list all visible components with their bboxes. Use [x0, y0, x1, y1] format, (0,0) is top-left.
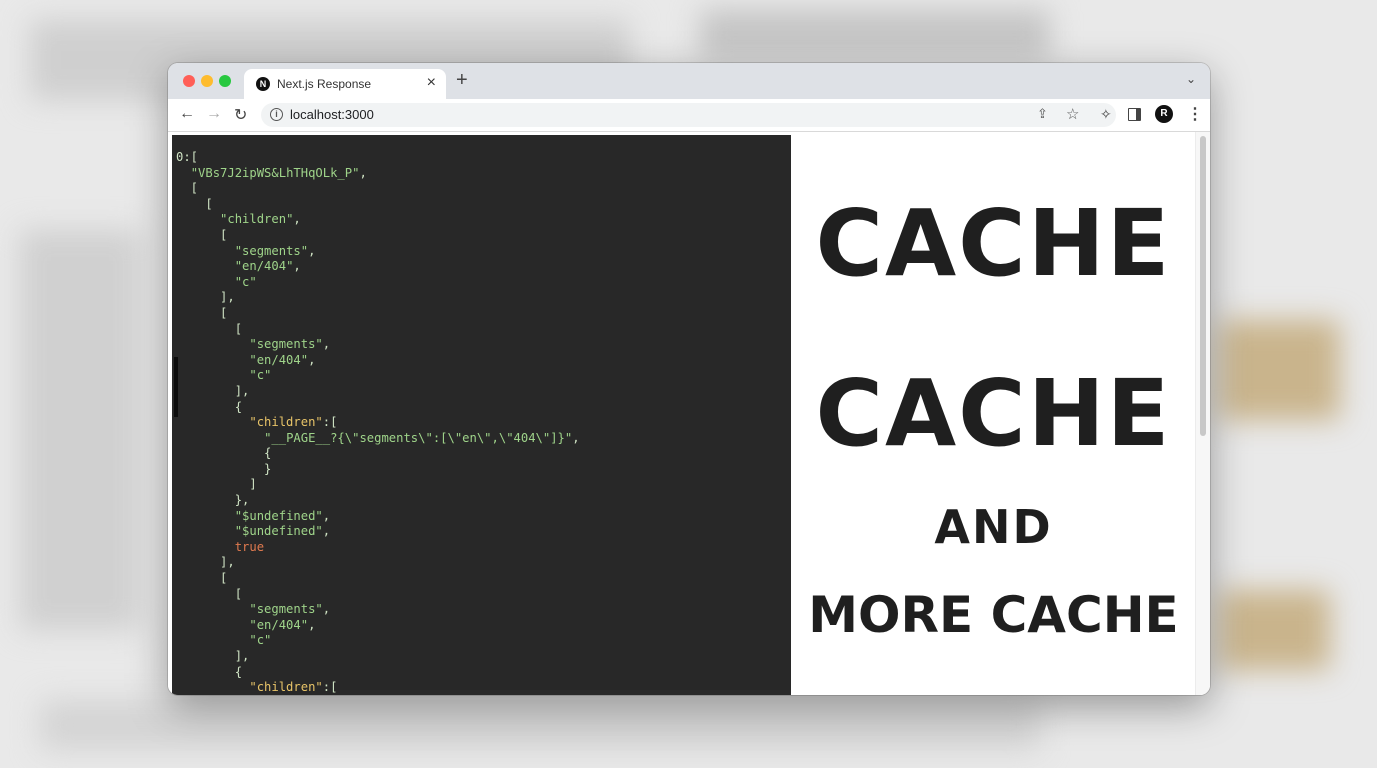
- url-text[interactable]: localhost:3000: [290, 107, 374, 122]
- code-line: 0:[: [176, 150, 199, 164]
- code-line: "en/404",: [234, 259, 301, 274]
- code-line: "children",: [220, 212, 301, 227]
- side-panel-icon[interactable]: [1128, 108, 1141, 121]
- code-line: },: [176, 493, 250, 508]
- code-line: "c": [234, 274, 257, 289]
- code-line: [: [176, 227, 228, 242]
- page-viewport: 0:[ "VBs7J2ipWS&LhTHqOLk_P", [ [ "childr…: [168, 132, 1210, 695]
- tab-nextjs-response[interactable]: N Next.js Response ×: [244, 69, 446, 99]
- forward-arrow-icon[interactable]: →: [206, 105, 222, 123]
- code-line: {: [176, 664, 243, 679]
- address-bar[interactable]: i localhost:3000 ⇪ ☆: [261, 103, 1116, 127]
- kebab-menu-icon[interactable]: ⋮: [1187, 104, 1203, 124]
- headline-line-2: CACHE: [815, 360, 1172, 467]
- code-line: ]: [176, 477, 257, 492]
- tab-title: Next.js Response: [277, 77, 372, 91]
- headline-line-1: CACHE: [815, 190, 1172, 297]
- code-line: "$undefined",: [234, 524, 331, 539]
- code-line: "__PAGE__?{\"segments\":[\"en\",\"404\"]…: [264, 430, 580, 445]
- headline-line-3: AND: [934, 500, 1053, 554]
- code-line: ],: [176, 383, 250, 398]
- rsc-payload-panel: 0:[ "VBs7J2ipWS&LhTHqOLk_P", [ [ "childr…: [172, 135, 791, 695]
- profile-avatar[interactable]: R: [1155, 105, 1173, 123]
- scrollbar-thumb[interactable]: [1200, 136, 1206, 436]
- star-icon[interactable]: ☆: [1066, 105, 1079, 123]
- code-line: "segments",: [249, 602, 331, 617]
- back-arrow-icon[interactable]: ←: [179, 105, 195, 123]
- close-tab-icon[interactable]: ×: [427, 74, 436, 92]
- info-icon[interactable]: i: [270, 108, 283, 121]
- code-line: true: [234, 539, 265, 554]
- tab-bar: N Next.js Response × + ⌄: [168, 63, 1210, 99]
- maximize-window-button[interactable]: [219, 75, 231, 87]
- code-line: [: [176, 571, 228, 586]
- code-line: "c": [249, 368, 272, 383]
- code-line: "VBs7J2ipWS&LhTHqOLk_P",: [190, 165, 367, 180]
- code-line: [: [176, 196, 213, 211]
- code-line: [: [176, 305, 228, 320]
- minimize-window-button[interactable]: [201, 75, 213, 87]
- code-line: "children":[: [249, 680, 338, 695]
- code-line: "en/404",: [249, 352, 316, 367]
- browser-window: N Next.js Response × + ⌄ ← → ↻ i localho…: [168, 63, 1210, 695]
- code-line: [: [176, 181, 199, 196]
- code-line: [: [176, 586, 243, 601]
- cache-headline-panel: CACHE CACHE AND MORE CACHE: [791, 132, 1196, 695]
- headline-line-4: MORE CACHE: [808, 586, 1179, 644]
- code-line: }: [176, 461, 272, 476]
- share-icon[interactable]: ⇪: [1037, 106, 1048, 122]
- code-line: "children":[: [249, 415, 338, 430]
- tab-search-chevron-icon[interactable]: ⌄: [1186, 72, 1196, 86]
- nextjs-favicon-icon: N: [256, 77, 270, 91]
- code-line: "segments",: [249, 337, 331, 352]
- browser-toolbar: ← → ↻ i localhost:3000 ⇪ ☆ ✧ R ⋮: [168, 99, 1210, 132]
- code-line: ],: [176, 290, 235, 305]
- code-line: "en/404",: [249, 617, 316, 632]
- puzzle-icon[interactable]: ✧: [1100, 106, 1112, 123]
- code-line: "c": [249, 633, 272, 648]
- code-line: ],: [176, 649, 250, 663]
- reload-icon[interactable]: ↻: [234, 105, 247, 125]
- page-scrollbar[interactable]: [1195, 132, 1210, 695]
- code-line: "segments",: [234, 243, 316, 258]
- rsc-payload-code: 0:[ "VBs7J2ipWS&LhTHqOLk_P", [ [ "childr…: [176, 150, 580, 695]
- code-line: {: [176, 446, 272, 461]
- code-line: [: [176, 321, 243, 336]
- new-tab-button[interactable]: +: [456, 69, 468, 92]
- code-line: "$undefined",: [234, 508, 331, 523]
- code-line: {: [176, 399, 243, 414]
- close-window-button[interactable]: [183, 75, 195, 87]
- code-line: ],: [176, 555, 235, 570]
